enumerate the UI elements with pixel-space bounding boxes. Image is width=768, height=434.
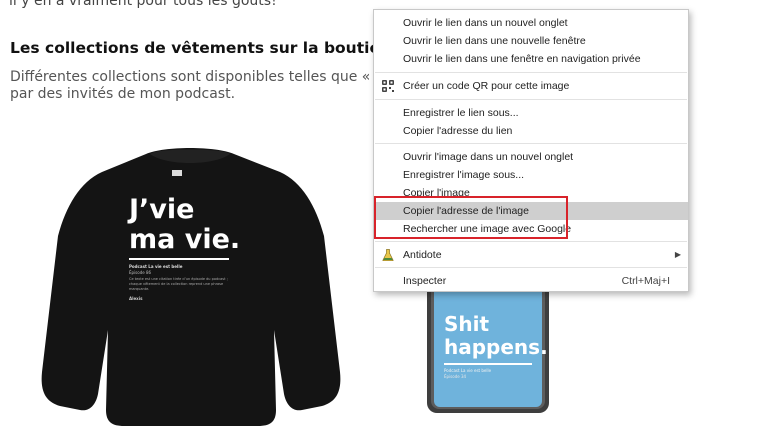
menu-open-link-incognito[interactable]: Ouvrir le lien dans une fenêtre en navig… <box>374 50 688 68</box>
menu-create-qr-code[interactable]: Créer un code QR pour cette image <box>374 77 688 95</box>
paragraph-line-2: par des invités de mon podcast. <box>10 85 236 102</box>
sweater-text-line-1: J’vie <box>129 194 195 225</box>
phone-text-line-2: happens. <box>444 335 548 359</box>
section-paragraph: Différentes collections sont disponibles… <box>10 69 376 102</box>
antidote-flask-icon <box>382 249 394 261</box>
submenu-arrow-icon: ▶ <box>674 250 681 259</box>
menu-item-label: Enregistrer l'image sous... <box>403 169 525 181</box>
menu-separator <box>375 143 687 144</box>
menu-separator <box>375 267 687 268</box>
sweater-signature: Alexis <box>129 296 143 301</box>
menu-save-link-as[interactable]: Enregistrer le lien sous... <box>374 104 688 122</box>
menu-separator <box>375 72 687 73</box>
inspect-shortcut: Ctrl+Maj+I <box>621 275 670 287</box>
sweater-text-line-2: ma vie. <box>129 224 241 255</box>
sweater-caption-title: Podcast La vie est belle <box>129 264 183 269</box>
top-cut-text: il y en a vraiment pour tous les goûts! <box>9 0 277 9</box>
menu-separator <box>375 99 687 100</box>
menu-item-label: Ouvrir le lien dans un nouvel onglet <box>403 17 568 29</box>
sweater-divider <box>129 258 229 260</box>
sweater-caption-body: Ce texte est une citation tirée d’un épi… <box>129 277 228 291</box>
sweater-product-image[interactable]: J’vie ma vie. Podcast La vie est belle É… <box>34 140 346 430</box>
section-heading: Les collections de vêtements sur la bout… <box>10 39 405 57</box>
menu-item-label: Ouvrir le lien dans une nouvelle fenêtre <box>403 35 586 47</box>
phone-text-line-1: Shit <box>444 312 490 336</box>
menu-separator <box>375 241 687 242</box>
menu-open-image-new-tab[interactable]: Ouvrir l'image dans un nouvel onglet <box>374 148 688 166</box>
phone-divider <box>444 363 532 365</box>
paragraph-line-1: Différentes collections sont disponibles… <box>10 69 376 85</box>
menu-open-link-new-window[interactable]: Ouvrir le lien dans une nouvelle fenêtre <box>374 32 688 50</box>
menu-inspect[interactable]: Inspecter Ctrl+Maj+I <box>374 272 688 290</box>
menu-save-image-as[interactable]: Enregistrer l'image sous... <box>374 166 688 184</box>
menu-antidote[interactable]: Antidote ▶ <box>374 246 688 264</box>
menu-open-link-new-tab[interactable]: Ouvrir le lien dans un nouvel onglet <box>374 14 688 32</box>
phone-case-product-image[interactable]: Shit happens. Podcast La vie est belle É… <box>424 265 552 415</box>
menu-item-label: Ouvrir l'image dans un nouvel onglet <box>403 151 574 163</box>
menu-item-label: Créer un code QR pour cette image <box>403 80 570 92</box>
sweater-caption-sub: Épisode 86 <box>129 270 152 275</box>
phone-caption-sub: Épisode 34 <box>444 374 467 379</box>
menu-item-label: Ouvrir le lien dans une fenêtre en navig… <box>403 53 641 65</box>
menu-item-label: Copier l'adresse du lien <box>403 125 513 137</box>
context-menu[interactable]: Ouvrir le lien dans un nouvel onglet Ouv… <box>373 9 689 292</box>
menu-item-label: Antidote <box>403 249 442 261</box>
menu-item-label: Enregistrer le lien sous... <box>403 107 519 119</box>
menu-copy-link-address[interactable]: Copier l'adresse du lien <box>374 122 688 140</box>
annotation-highlight-box <box>374 196 568 239</box>
phone-caption-title: Podcast La vie est belle <box>444 368 492 373</box>
menu-item-label: Inspecter <box>403 275 447 287</box>
qr-code-icon <box>382 80 394 92</box>
